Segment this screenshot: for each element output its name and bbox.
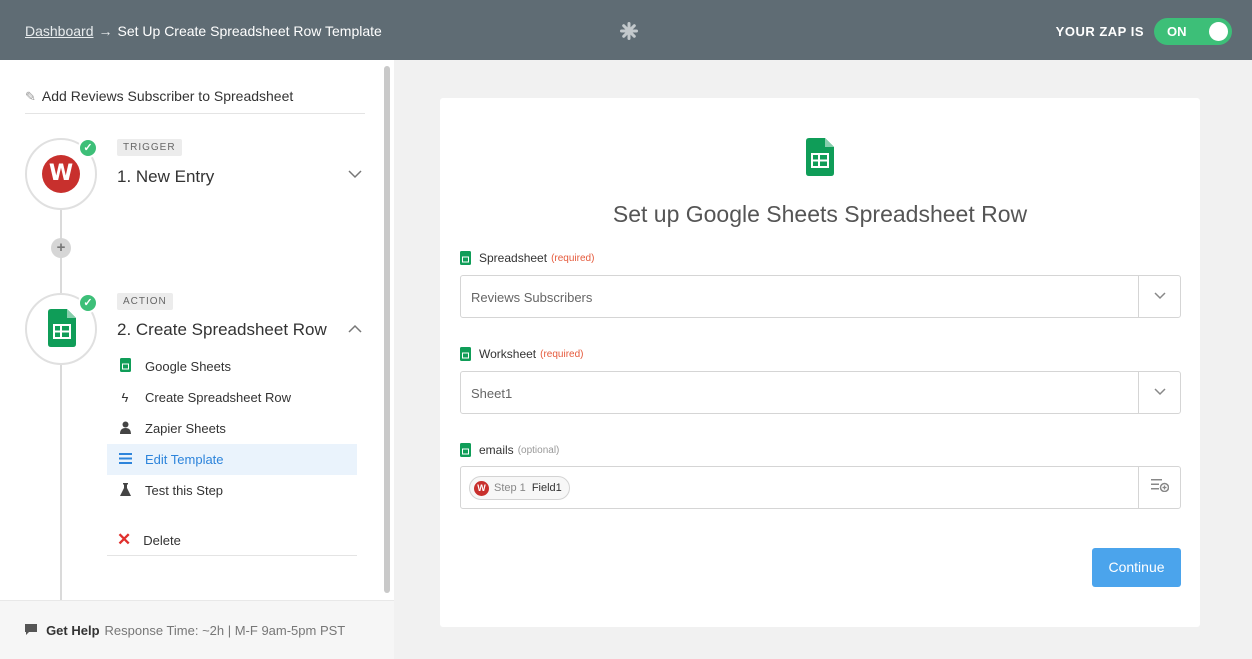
insert-field-icon[interactable] xyxy=(1138,467,1180,508)
emails-field[interactable]: W Step 1 Field1 xyxy=(460,466,1181,509)
substep-label: Test this Step xyxy=(145,483,224,498)
get-help-link[interactable]: Get Help xyxy=(46,623,99,638)
pencil-icon: ✎ xyxy=(25,89,36,104)
response-time-text: Response Time: ~2h | M-F 9am-5pm PST xyxy=(104,623,346,638)
wufoo-icon: W xyxy=(474,480,489,496)
required-tag: (required) xyxy=(551,252,595,264)
action-title[interactable]: 2. Create Spreadsheet Row xyxy=(117,320,327,340)
spreadsheet-select[interactable]: Reviews Subscribers xyxy=(460,275,1181,318)
chat-icon xyxy=(25,624,40,638)
field-pill[interactable]: W Step 1 Field1 xyxy=(469,476,570,500)
substep-test-step[interactable]: Test this Step xyxy=(107,475,357,506)
zap-status: YOUR ZAP IS ON xyxy=(1056,18,1232,45)
select-value: Reviews Subscribers xyxy=(471,290,593,305)
zap-status-label: YOUR ZAP IS xyxy=(1055,24,1144,39)
page-title: Set up Google Sheets Spreadsheet Row xyxy=(612,201,1028,227)
spreadsheet-label: Spreadsheet (required) xyxy=(460,251,594,265)
close-icon: ✕ xyxy=(117,530,132,549)
substep-label: Google Sheets xyxy=(145,359,232,374)
google-sheets-icon xyxy=(460,251,471,265)
google-sheets-icon xyxy=(806,138,834,176)
setup-card: Set up Google Sheets Spreadsheet Row Spr… xyxy=(440,98,1200,627)
toggle-knob xyxy=(1209,22,1228,41)
chevron-up-icon[interactable] xyxy=(348,320,362,336)
select-value: Sheet1 xyxy=(471,386,513,401)
emails-label: emails (optional) xyxy=(460,443,559,457)
pill-step-text: Step 1 xyxy=(494,482,526,494)
help-footer: Get Help Response Time: ~2h | M-F 9am-5pm… xyxy=(0,600,394,659)
google-sheets-icon xyxy=(48,309,76,347)
chevron-down-icon[interactable] xyxy=(348,166,362,182)
field-label-text: Spreadsheet xyxy=(479,251,548,265)
lightning-icon: ϟ xyxy=(121,390,129,405)
breadcrumb-current: Set Up Create Spreadsheet Row Template xyxy=(117,23,382,39)
zap-name-field[interactable]: ✎ Add Reviews Subscriber to Spreadsheet xyxy=(25,88,365,114)
chevron-down-icon[interactable] xyxy=(1138,276,1180,317)
wufoo-icon: W xyxy=(42,155,80,193)
worksheet-label: Worksheet (required) xyxy=(460,347,584,361)
breadcrumb-arrow: → xyxy=(98,23,113,39)
delete-step-button[interactable]: ✕ Delete xyxy=(107,525,357,556)
field-label-text: emails xyxy=(479,443,514,457)
steps-connector-line xyxy=(60,170,62,600)
add-step-button[interactable]: + xyxy=(51,238,71,258)
breadcrumb-dashboard-link[interactable]: Dashboard xyxy=(25,23,94,39)
substep-label: Create Spreadsheet Row xyxy=(145,390,291,405)
zap-name-text: Add Reviews Subscriber to Spreadsheet xyxy=(41,88,294,104)
substep-google-sheets[interactable]: Google Sheets xyxy=(107,351,357,382)
substep-account[interactable]: Zapier Sheets xyxy=(107,413,357,444)
zapier-logo-icon[interactable] xyxy=(620,22,638,45)
trigger-tag: TRIGGER xyxy=(117,139,182,156)
action-tag: ACTION xyxy=(117,293,173,310)
substep-edit-template[interactable]: Edit Template xyxy=(107,444,357,475)
sidebar-scrollbar[interactable] xyxy=(384,66,390,593)
person-icon xyxy=(117,421,133,437)
flask-icon xyxy=(117,482,133,499)
continue-button[interactable]: Continue xyxy=(1092,548,1181,587)
breadcrumb: Dashboard → Set Up Create Spreadsheet Row … xyxy=(25,23,382,39)
substep-label: Edit Template xyxy=(145,452,224,467)
substep-create-row[interactable]: ϟ Create Spreadsheet Row xyxy=(107,382,357,413)
pill-field-text: Field1 xyxy=(531,482,562,494)
list-icon xyxy=(117,452,133,467)
field-label-text: Worksheet xyxy=(479,347,537,361)
top-bar: Dashboard → Set Up Create Spreadsheet Row … xyxy=(0,0,1252,60)
worksheet-select[interactable]: Sheet1 xyxy=(460,371,1181,414)
delete-label: Delete xyxy=(143,532,181,548)
sidebar: ✎ Add Reviews Subscriber to Spreadsheet W… xyxy=(0,60,394,659)
substep-label: Zapier Sheets xyxy=(145,421,226,436)
trigger-title[interactable]: 1. New Entry xyxy=(117,167,214,187)
required-tag: (required) xyxy=(540,348,584,360)
google-sheets-icon xyxy=(460,443,471,457)
action-substeps: Google Sheets ϟ Create Spreadsheet Row Z… xyxy=(107,351,357,556)
chevron-down-icon[interactable] xyxy=(1138,372,1180,413)
trigger-check-icon: ✓ xyxy=(78,138,98,158)
google-sheets-icon xyxy=(117,358,133,375)
toggle-state-text: ON xyxy=(1167,24,1187,39)
google-sheets-icon xyxy=(460,347,471,361)
action-check-icon: ✓ xyxy=(78,293,98,313)
zap-on-toggle[interactable]: ON xyxy=(1154,18,1232,45)
optional-tag: (optional) xyxy=(517,444,560,456)
